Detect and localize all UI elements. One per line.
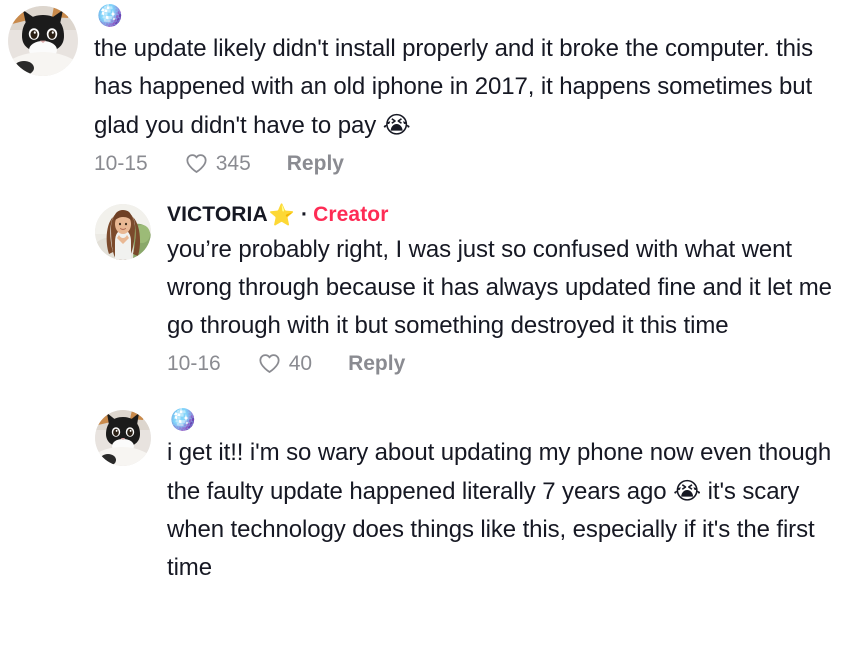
creator-badge: Creator (313, 203, 389, 227)
avatar-victoria[interactable] (95, 204, 151, 261)
loudly-crying-face-emoji: 😭 (673, 476, 702, 505)
comment-username[interactable]: 🪩 (167, 406, 846, 433)
loudly-crying-face-emoji: 😭 (382, 111, 411, 140)
comment-thread: 🪩 the update likely didn't install prope… (0, 0, 860, 662)
comment-meta: 10-16 40 Reply (167, 351, 846, 376)
like-count: 345 (215, 152, 251, 176)
comment-body: VICTORIA ⭐ · Creator you’re probably righ… (151, 202, 846, 375)
like-button[interactable]: 345 (184, 151, 251, 176)
comment-text: the update likely didn't install properl… (94, 30, 846, 145)
heart-icon (257, 351, 282, 376)
star-emoji: ⭐ (268, 203, 296, 228)
username-separator: · (301, 203, 309, 227)
comment-text: you’re probably right, I was just so con… (167, 235, 839, 339)
reply-button[interactable]: Reply (287, 153, 344, 174)
comment-username[interactable]: 🪩 (94, 3, 846, 29)
avatar-cat[interactable] (95, 409, 151, 466)
comment-date: 10-16 (167, 351, 221, 375)
comment-text: i get it!! i'm so wary about updating my… (167, 434, 846, 587)
comment-username[interactable]: VICTORIA ⭐ · Creator (167, 202, 846, 228)
comment-item[interactable]: 🪩 the update likely didn't install prope… (0, 0, 860, 176)
like-button[interactable]: 40 (257, 351, 312, 376)
disco-ball-emoji: 🪩 (95, 3, 124, 29)
comment-item[interactable]: 🪩 i get it!! i'm so wary about updating … (0, 404, 860, 587)
reply-button[interactable]: Reply (348, 353, 405, 374)
like-count: 40 (288, 351, 313, 375)
username-text: VICTORIA (167, 203, 268, 227)
comment-text-content: the update likely didn't install properl… (94, 35, 820, 140)
avatar-cat[interactable] (8, 6, 78, 76)
comment-body: 🪩 i get it!! i'm so wary about updating … (151, 406, 846, 587)
heart-icon (184, 151, 209, 176)
disco-ball-emoji: 🪩 (168, 406, 197, 433)
comment-meta: 10-15 345 Reply (94, 151, 846, 176)
comment-item[interactable]: VICTORIA ⭐ · Creator you’re probably righ… (0, 198, 860, 375)
comment-body: 🪩 the update likely didn't install prope… (78, 3, 846, 176)
comment-date: 10-15 (94, 152, 148, 176)
